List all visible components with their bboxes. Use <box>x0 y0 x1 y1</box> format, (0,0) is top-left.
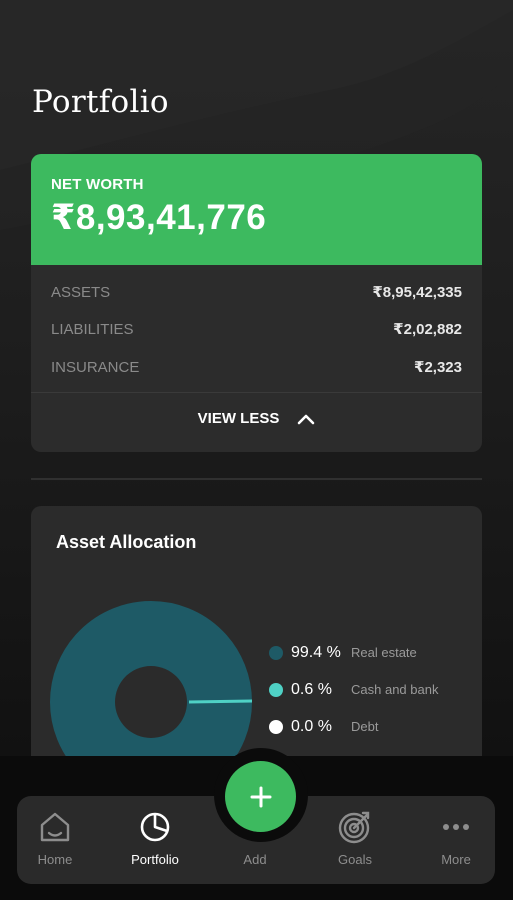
net-worth-label: NET WORTH <box>51 176 144 193</box>
legend-percent: 99.4 % <box>291 643 341 661</box>
page-title: Portfolio <box>32 84 169 120</box>
add-button[interactable] <box>225 761 296 832</box>
legend-item-cash-and-bank[interactable]: 0.6 % Cash and bank <box>269 671 438 708</box>
assets-value: ₹8,95,42,335 <box>372 284 462 301</box>
asset-allocation-title: Asset Allocation <box>56 532 197 552</box>
assets-row: ASSETS ₹8,95,42,335 <box>51 280 462 304</box>
legend-name: Cash and bank <box>351 682 439 697</box>
legend-dot <box>269 645 283 660</box>
legend-name: Real estate <box>351 645 417 660</box>
nav-goals[interactable]: Goals <box>315 796 395 884</box>
donut-segment-cash-and-bank <box>188 699 252 704</box>
legend-item-debt[interactable]: 0.0 % Debt <box>269 708 438 745</box>
insurance-value: ₹2,323 <box>414 359 462 376</box>
section-separator <box>31 478 482 480</box>
app-screen: Portfolio NET WORTH ₹8,93,41,776 ASSETS … <box>0 0 513 900</box>
chevron-up-icon <box>298 414 315 424</box>
net-worth-value: ₹8,93,41,776 <box>51 198 267 237</box>
liabilities-row: LIABILITIES ₹2,02,882 <box>51 317 462 341</box>
insurance-label: INSURANCE <box>51 358 140 376</box>
nav-more-label: More <box>441 852 471 867</box>
nav-home-label: Home <box>37 852 73 867</box>
target-icon <box>337 810 373 844</box>
pie-chart-icon <box>138 810 172 844</box>
legend-percent: 0.6 % <box>291 680 332 698</box>
legend-dot <box>269 682 283 697</box>
insurance-row: INSURANCE ₹2,323 <box>51 355 462 379</box>
liabilities-label: LIABILITIES <box>51 320 134 338</box>
assets-label: ASSETS <box>51 283 111 301</box>
plus-icon <box>250 786 271 807</box>
nav-add-label: Add <box>243 852 267 867</box>
net-worth-card: NET WORTH ₹8,93,41,776 ASSETS ₹8,95,42,3… <box>31 154 482 452</box>
view-less-label: VIEW LESS <box>197 410 280 427</box>
legend-percent: 0.0 % <box>291 717 332 735</box>
nav-goals-label: Goals <box>338 852 372 867</box>
nav-portfolio-label: Portfolio <box>131 852 179 867</box>
view-less-button[interactable]: VIEW LESS <box>31 410 482 427</box>
nav-portfolio[interactable]: Portfolio <box>115 796 195 884</box>
home-icon <box>38 810 72 844</box>
legend-dot <box>269 719 283 734</box>
donut-hole <box>115 666 187 738</box>
liabilities-value: ₹2,02,882 <box>393 321 462 338</box>
card-divider <box>31 392 482 393</box>
nav-home[interactable]: Home <box>15 796 95 884</box>
net-worth-header: NET WORTH ₹8,93,41,776 <box>31 154 482 265</box>
legend-item-real-estate[interactable]: 99.4 % Real estate <box>269 634 438 671</box>
more-dots-icon <box>441 810 471 844</box>
legend-name: Debt <box>351 719 379 734</box>
nav-more[interactable]: More <box>416 796 496 884</box>
